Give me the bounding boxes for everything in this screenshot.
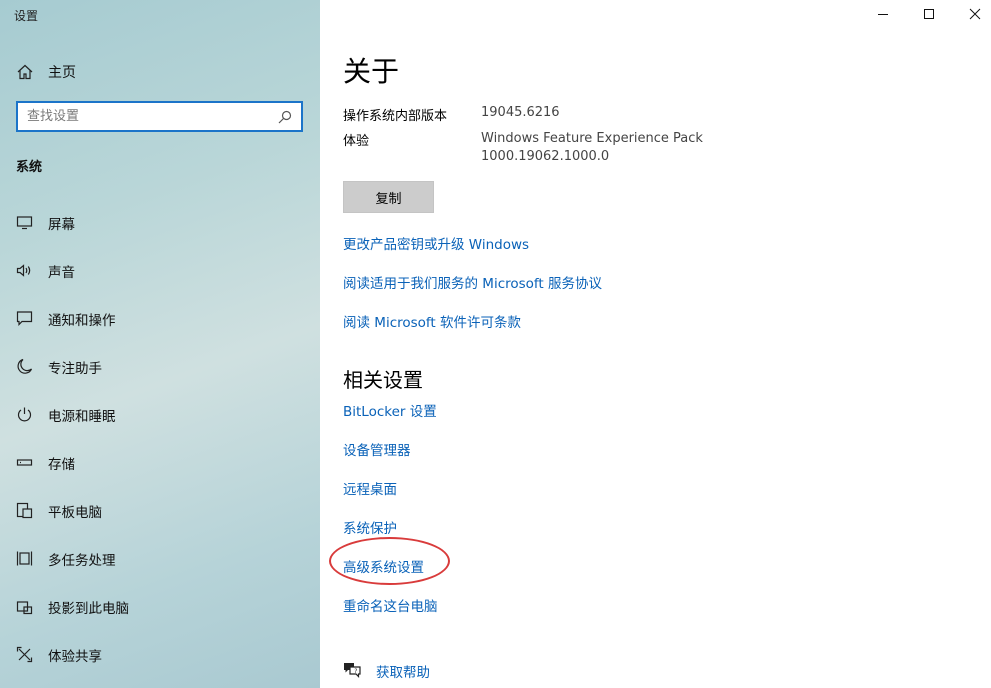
- get-help-label: 获取帮助: [376, 665, 430, 681]
- moon-icon: [17, 358, 33, 374]
- sidebar-item-multitasking[interactable]: 多任务处理: [0, 539, 320, 577]
- link-services-agreement[interactable]: 阅读适用于我们服务的 Microsoft 服务协议: [343, 272, 602, 292]
- spec-key-os-build: 操作系统内部版本: [343, 109, 448, 124]
- search-box[interactable]: [16, 101, 303, 132]
- link-rename-pc[interactable]: 重命名这台电脑: [343, 595, 438, 615]
- link-change-product-key[interactable]: 更改产品密钥或升级 Windows: [343, 233, 529, 253]
- project-icon: [16, 601, 33, 615]
- sidebar-item-display[interactable]: 屏幕: [0, 203, 320, 241]
- minimize-icon: [878, 14, 888, 15]
- sidebar-item-label: 主页: [48, 65, 76, 81]
- link-bitlocker-settings[interactable]: BitLocker 设置: [343, 400, 437, 420]
- close-icon: [969, 8, 981, 20]
- sidebar-item-label: 存储: [48, 457, 75, 473]
- link-remote-desktop[interactable]: 远程桌面: [343, 478, 397, 498]
- sidebar-item-label: 屏幕: [48, 217, 75, 233]
- sidebar-item-label: 声音: [48, 265, 75, 281]
- search-input[interactable]: [18, 108, 269, 125]
- page-title: 关于: [343, 55, 400, 88]
- settings-window: 设置 主页 系统 屏幕: [0, 0, 991, 688]
- related-settings-heading: 相关设置: [343, 368, 423, 392]
- close-button[interactable]: [952, 0, 991, 30]
- sidebar-item-focus-assist[interactable]: 专注助手: [0, 347, 320, 385]
- sidebar-item-label: 体验共享: [48, 649, 102, 665]
- link-system-protection[interactable]: 系统保护: [343, 517, 397, 537]
- copy-button[interactable]: 复制: [343, 181, 434, 213]
- sidebar-item-label: 专注助手: [48, 361, 102, 377]
- section-label: 系统: [16, 160, 43, 175]
- storage-icon: [16, 459, 33, 466]
- app-title: 设置: [14, 9, 39, 23]
- spec-value-os-build: 19045.6216: [481, 105, 560, 120]
- sidebar-item-tablet[interactable]: 平板电脑: [0, 491, 320, 529]
- search-icon[interactable]: [278, 110, 292, 124]
- sidebar-item-label: 电源和睡眠: [48, 409, 116, 425]
- sidebar-item-projecting[interactable]: 投影到此电脑: [0, 587, 320, 625]
- sidebar-item-home[interactable]: 主页: [0, 56, 320, 88]
- sidebar-item-sound[interactable]: 声音: [0, 251, 320, 289]
- maximize-button[interactable]: [906, 0, 952, 30]
- sidebar-item-label: 多任务处理: [48, 553, 116, 569]
- spec-key-experience: 体验: [343, 134, 370, 149]
- help-chat-icon: ?: [344, 663, 361, 678]
- minimize-button[interactable]: [860, 0, 906, 30]
- sidebar-item-label: 投影到此电脑: [48, 601, 129, 617]
- spec-value-experience: Windows Feature Experience Pack: [481, 131, 703, 146]
- link-advanced-system-settings[interactable]: 高级系统设置: [343, 556, 424, 576]
- spec-value-experience-version: 1000.19062.1000.0: [481, 149, 610, 164]
- sidebar: 设置 主页 系统 屏幕: [0, 0, 320, 688]
- link-license-terms[interactable]: 阅读 Microsoft 软件许可条款: [343, 311, 521, 331]
- link-device-manager[interactable]: 设备管理器: [343, 439, 411, 459]
- notification-icon: [16, 311, 33, 326]
- home-icon: [17, 64, 33, 80]
- sidebar-item-storage[interactable]: 存储: [0, 443, 320, 481]
- sidebar-item-shared-experiences[interactable]: 体验共享: [0, 635, 320, 673]
- sidebar-item-label: 通知和操作: [48, 313, 116, 329]
- tablet-icon: [16, 502, 33, 519]
- share-icon: [16, 646, 33, 663]
- svg-text:?: ?: [354, 668, 357, 675]
- monitor-icon: [16, 216, 33, 230]
- sidebar-item-power[interactable]: 电源和睡眠: [0, 395, 320, 433]
- speaker-icon: [16, 264, 31, 277]
- sidebar-item-label: 平板电脑: [48, 505, 102, 521]
- sidebar-item-notifications[interactable]: 通知和操作: [0, 299, 320, 337]
- multitask-icon: [16, 551, 33, 566]
- maximize-icon: [924, 9, 934, 19]
- power-icon: [17, 407, 32, 422]
